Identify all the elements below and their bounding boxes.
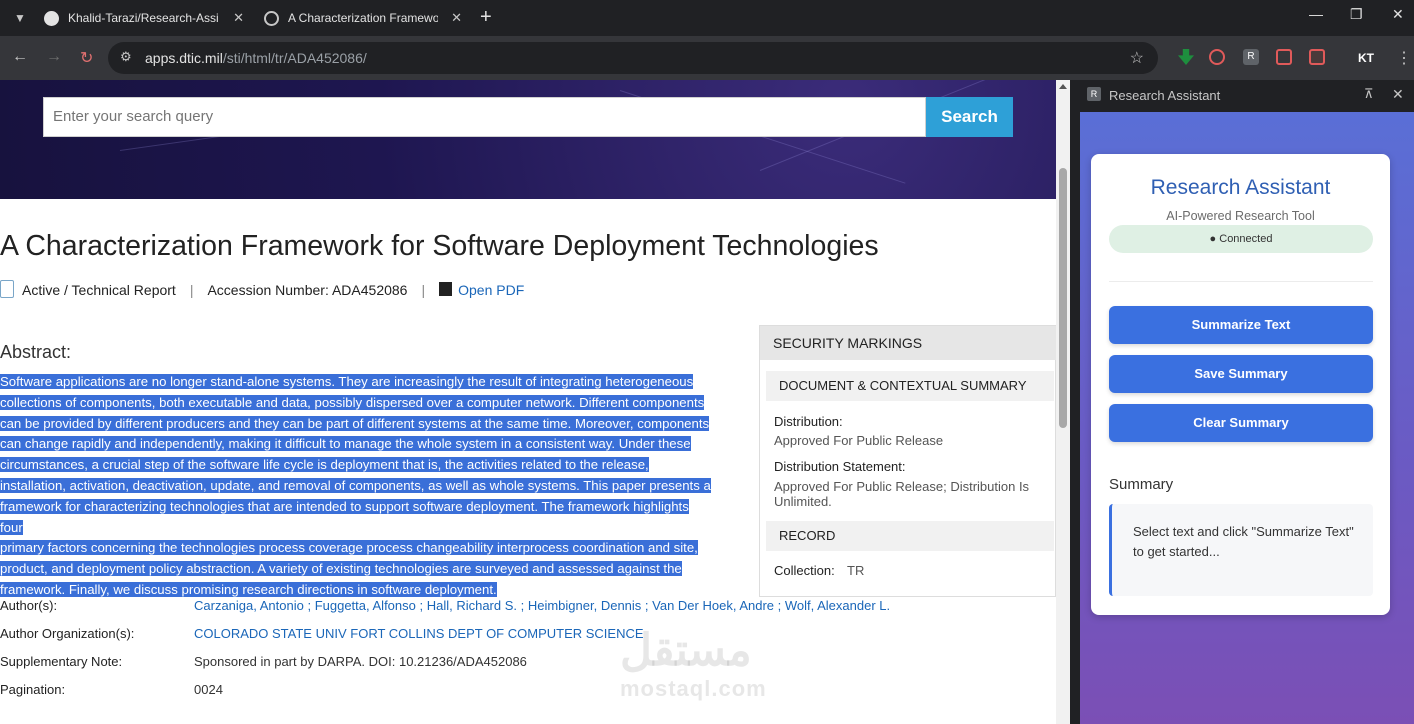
scroll-up-icon[interactable]	[1059, 84, 1067, 89]
summary-box: Select text and click "Summarize Text" t…	[1109, 504, 1373, 596]
status-badge: ● Connected	[1109, 225, 1373, 253]
side-panel-icon[interactable]	[1309, 49, 1325, 65]
window-close-icon[interactable]: ✕	[1392, 6, 1404, 23]
pdf-icon	[439, 282, 453, 296]
authors-links[interactable]: Carzaniga, Antonio ; Fuggetta, Alfonso ;…	[194, 598, 890, 613]
address-bar[interactable]: ⚙ apps.dtic.mil/sti/html/tr/ADA452086/ ☆	[108, 42, 1158, 74]
summary-heading: Summary	[1109, 476, 1174, 493]
side-panel-background: Research Assistant AI-Powered Research T…	[1080, 112, 1414, 724]
bookmark-star-icon[interactable]: ☆	[1130, 48, 1144, 68]
url-text[interactable]: apps.dtic.mil/sti/html/tr/ADA452086/	[145, 50, 367, 66]
summary-subheading: DOCUMENT & CONTEXTUAL SUMMARY	[766, 371, 1054, 401]
url-path: /sti/html/tr/ADA452086/	[222, 50, 367, 66]
assistant-card: Research Assistant AI-Powered Research T…	[1091, 154, 1390, 615]
document-icon	[0, 280, 14, 298]
security-markings-panel: SECURITY MARKINGS DOCUMENT & CONTEXTUAL …	[759, 325, 1056, 597]
abstract-line: framework for characterizing technologie…	[0, 498, 689, 535]
detail-label: Author(s):	[0, 598, 58, 613]
menu-kebab-icon[interactable]: ⋮	[1396, 48, 1412, 68]
abstract-line: collections of components, both executab…	[0, 394, 705, 410]
abstract-line: can be provided by different producers a…	[0, 415, 710, 431]
tab-title: A Characterization Framework f	[288, 11, 438, 25]
search-input[interactable]: Enter your search query	[43, 97, 926, 137]
abstract-line: installation, activation, deactivation, …	[0, 477, 711, 493]
collection-label: Collection:	[774, 563, 835, 578]
abstract-line: circumstances, a crucial step of the sof…	[0, 457, 649, 473]
github-icon	[44, 11, 59, 26]
document-status: Active / Technical Report	[22, 282, 176, 298]
tab-title: Khalid-Tarazi/Research-Assistan	[68, 11, 218, 25]
organization-link[interactable]: COLORADO STATE UNIV FORT COLLINS DEPT OF…	[194, 626, 644, 641]
search-button[interactable]: Search	[926, 97, 1013, 137]
abstract-text[interactable]: Software applications are no longer stan…	[0, 372, 712, 601]
abstract-line: Software applications are no longer stan…	[0, 374, 694, 389]
assistant-title: Research Assistant	[1150, 176, 1331, 199]
watermark-logo: مستقل	[620, 626, 752, 675]
tab-bar: ▼ Khalid-Tarazi/Research-Assistan ✕ A Ch…	[0, 0, 1414, 36]
download-arrow-icon[interactable]	[1178, 49, 1194, 65]
watermark-text: mostaql.com	[620, 676, 767, 701]
site-info-icon[interactable]: ⚙	[120, 49, 132, 65]
shield-extension-icon[interactable]	[1209, 49, 1225, 65]
research-assistant-icon: R	[1087, 87, 1101, 101]
hero-banner: Enter your search query Search	[0, 80, 1056, 199]
pin-icon[interactable]: ⊼	[1364, 86, 1374, 102]
side-panel: R Research Assistant ⊼ ✕ Research Assist…	[1078, 80, 1414, 724]
web-page: Enter your search query Search A Charact…	[0, 80, 1056, 724]
close-icon[interactable]: ✕	[1392, 86, 1404, 103]
minimize-icon[interactable]: —	[1309, 6, 1323, 22]
tab-search-chevron-icon[interactable]: ▼	[10, 8, 30, 28]
separator: |	[421, 282, 426, 298]
tab-dtic[interactable]: A Characterization Framework f ✕	[256, 4, 472, 32]
open-pdf-link[interactable]: Open PDF	[458, 282, 524, 298]
globe-icon	[264, 11, 279, 26]
close-icon[interactable]: ✕	[451, 4, 462, 32]
summarize-text-button[interactable]: Summarize Text	[1109, 306, 1373, 344]
detail-label: Pagination:	[0, 682, 66, 697]
separator: |	[189, 282, 194, 298]
save-summary-button[interactable]: Save Summary	[1109, 355, 1373, 393]
collection-value: TR	[847, 563, 865, 578]
url-host: apps.dtic.mil	[145, 50, 223, 66]
scrollbar-thumb[interactable]	[1059, 168, 1067, 428]
clear-summary-button[interactable]: Clear Summary	[1109, 404, 1373, 442]
forward-arrow-icon[interactable]: →	[46, 48, 62, 66]
tab-github[interactable]: Khalid-Tarazi/Research-Assistan ✕	[36, 4, 254, 32]
abstract-line: product, and deployment policy abstracti…	[0, 561, 682, 577]
close-icon[interactable]: ✕	[233, 4, 244, 32]
page-title: A Characterization Framework for Softwar…	[0, 230, 879, 262]
side-panel-title: Research Assistant	[1109, 88, 1221, 103]
puzzle-extensions-icon[interactable]	[1276, 49, 1292, 65]
statement-label: Distribution Statement:	[774, 459, 906, 474]
distribution-label: Distribution:	[774, 414, 843, 429]
distribution-value: Approved For Public Release	[774, 433, 944, 448]
reload-icon[interactable]: ↻	[80, 48, 93, 68]
abstract-line: can change rapidly and independently, ma…	[0, 436, 691, 452]
browser-toolbar: ← → ↻ ⚙ apps.dtic.mil/sti/html/tr/ADA452…	[0, 36, 1414, 80]
back-arrow-icon[interactable]: ←	[12, 48, 28, 66]
restore-icon[interactable]: ❐	[1350, 6, 1363, 23]
detail-value: 0024	[194, 682, 223, 697]
research-assistant-extension-icon[interactable]: R	[1243, 49, 1259, 65]
divider	[1109, 281, 1373, 282]
abstract-heading: Abstract:	[0, 342, 72, 362]
page-scrollbar[interactable]	[1056, 80, 1070, 724]
accession-number: Accession Number: ADA452086	[207, 282, 408, 298]
security-markings-heading: SECURITY MARKINGS	[760, 326, 1056, 360]
assistant-subtitle: AI-Powered Research Tool	[1166, 209, 1315, 223]
document-meta: Active / Technical Report | Accession Numb…	[0, 280, 524, 298]
statement-value: Approved For Public Release; Distributio…	[774, 479, 1030, 509]
abstract-line: primary factors concerning the technolog…	[0, 540, 698, 556]
profile-avatar[interactable]: KT	[1356, 48, 1376, 68]
summary-placeholder: Select text and click "Summarize Text" t…	[1133, 524, 1354, 559]
side-panel-header: R Research Assistant ⊼ ✕	[1078, 80, 1414, 112]
new-tab-plus-icon[interactable]: +	[480, 6, 492, 29]
panel-divider[interactable]	[1070, 80, 1078, 724]
record-subheading: RECORD	[766, 521, 1054, 551]
detail-value: Sponsored in part by DARPA. DOI: 10.2123…	[194, 654, 527, 669]
detail-label: Supplementary Note:	[0, 654, 123, 669]
detail-label: Author Organization(s):	[0, 626, 135, 641]
